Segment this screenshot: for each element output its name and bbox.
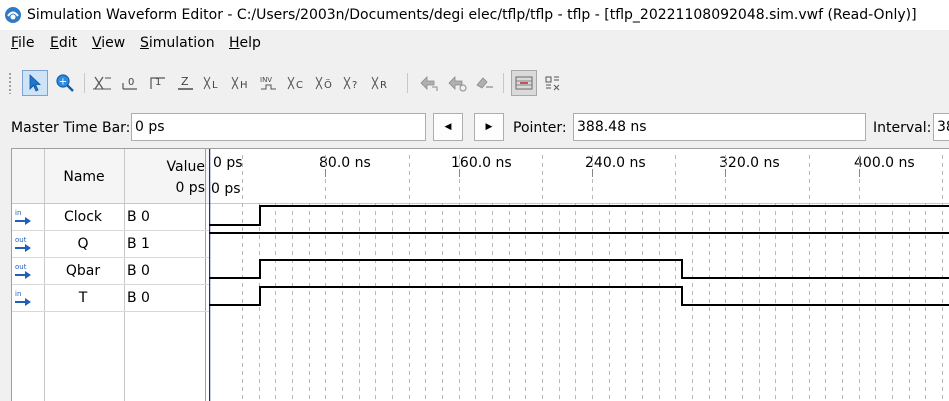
name-column-header[interactable]: Name: [44, 149, 124, 204]
toolbar-separator: [407, 73, 408, 93]
previous-transition-button[interactable]: ◀: [433, 113, 463, 141]
waveform-canvas[interactable]: [209, 149, 949, 401]
value-time-label: 0 ps: [175, 180, 205, 196]
ruler-ticks: [325, 169, 860, 177]
run-timing-simulation-icon[interactable]: [444, 70, 470, 96]
quartus-app-icon: [5, 7, 21, 23]
waveforms: [209, 205, 949, 306]
pointer-label: Pointer:: [513, 120, 567, 136]
waveform-grid: Name Value 0 ps 0 ps 80.0 ns 160.0 ns 24…: [11, 148, 949, 401]
input-pin-icon: in: [15, 209, 31, 225]
zoom-tool-icon[interactable]: +: [52, 70, 78, 96]
invert-icon[interactable]: L: [201, 70, 227, 96]
signal-row-t[interactable]: in T B 0: [12, 284, 209, 312]
menu-simulation[interactable]: Simulation: [140, 35, 215, 51]
generate-netlist-icon[interactable]: [472, 70, 498, 96]
toolbar-grip[interactable]: [8, 72, 12, 94]
master-time-bar-input[interactable]: 0 ps: [131, 113, 426, 141]
arrow-left-icon: ◀: [444, 122, 452, 132]
snap-to-grid-icon[interactable]: [511, 70, 537, 96]
signal-row-qbar[interactable]: out Qbar B 0: [12, 257, 209, 285]
svg-text:C: C: [296, 80, 303, 91]
next-transition-button[interactable]: ▶: [474, 113, 504, 141]
svg-text:out: out: [15, 263, 27, 271]
svg-text:L: L: [212, 80, 218, 91]
icon-column-header: [12, 149, 44, 204]
signal-row-clock[interactable]: in Clock B 0: [12, 203, 209, 231]
dont-care-icon[interactable]: ?: [341, 70, 367, 96]
signal-name: Q: [77, 236, 89, 252]
interval-field[interactable]: 38: [933, 113, 949, 141]
input-pin-icon: in: [15, 290, 31, 306]
window-title: Simulation Waveform Editor - C:/Users/20…: [27, 7, 917, 23]
svg-text:H: H: [240, 80, 248, 91]
value-column-header[interactable]: Value 0 ps: [124, 149, 209, 204]
menu-view[interactable]: View: [92, 35, 125, 51]
svg-text:+: +: [59, 77, 67, 88]
signal-name: Qbar: [65, 263, 101, 279]
arrow-right-icon: ▶: [485, 122, 493, 132]
grid-settings-icon[interactable]: [540, 70, 566, 96]
value-header-label: Value: [166, 159, 205, 175]
svg-text:INV: INV: [260, 76, 272, 84]
menu-bar: File Edit View Simulation Help: [0, 30, 949, 58]
signal-name: T: [78, 290, 88, 306]
svg-text:in: in: [15, 209, 21, 217]
signal-value: B 0: [127, 263, 150, 279]
svg-text:Z: Z: [181, 75, 189, 88]
weak-high-icon[interactable]: Ö: [313, 70, 339, 96]
waveform-qbar: [209, 259, 949, 279]
time-bar: Master Time Bar: 0 ps ◀ ▶ Pointer: 388.4…: [0, 108, 949, 148]
run-functional-simulation-icon[interactable]: [416, 70, 442, 96]
toolbar-separator: [84, 73, 85, 93]
svg-text:in: in: [15, 290, 21, 298]
toolbar: + 0 1 Z L H INV C Ö ? R: [0, 66, 949, 100]
weak-low-icon[interactable]: C: [285, 70, 311, 96]
waveform-t: [209, 286, 949, 306]
uninitialized-x-icon[interactable]: [89, 70, 115, 96]
signal-value: B 0: [127, 209, 150, 225]
random-value-icon[interactable]: R: [369, 70, 395, 96]
waveform-clock: [209, 205, 949, 226]
forcing-low-icon[interactable]: 0: [117, 70, 143, 96]
svg-text:0: 0: [128, 77, 134, 88]
output-pin-icon: out: [15, 263, 31, 279]
toolbar-separator: [503, 73, 504, 93]
menu-file[interactable]: File: [11, 35, 34, 51]
signal-value: B 1: [127, 236, 150, 252]
signal-row-q[interactable]: out Q B 1: [12, 230, 209, 258]
signal-value: B 0: [127, 290, 150, 306]
count-value-icon[interactable]: H: [229, 70, 255, 96]
name-header-label: Name: [63, 169, 105, 185]
interval-label: Interval:: [873, 120, 932, 136]
svg-text:out: out: [15, 236, 27, 244]
svg-text:1: 1: [155, 77, 161, 88]
high-impedance-icon[interactable]: Z: [173, 70, 199, 96]
menu-help[interactable]: Help: [229, 35, 261, 51]
menu-edit[interactable]: Edit: [50, 35, 77, 51]
svg-text:Ö: Ö: [324, 78, 332, 91]
pointer-field[interactable]: 388.48 ns: [573, 113, 866, 141]
svg-text:R: R: [380, 80, 387, 91]
master-time-bar-label: Master Time Bar:: [11, 120, 131, 136]
signal-name: Clock: [63, 209, 103, 225]
forcing-high-icon[interactable]: 1: [145, 70, 171, 96]
clock-icon[interactable]: INV: [257, 70, 283, 96]
output-pin-icon: out: [15, 236, 31, 252]
selection-tool-icon[interactable]: [22, 70, 48, 96]
title-bar: Simulation Waveform Editor - C:/Users/20…: [0, 0, 949, 30]
svg-text:?: ?: [352, 80, 357, 91]
